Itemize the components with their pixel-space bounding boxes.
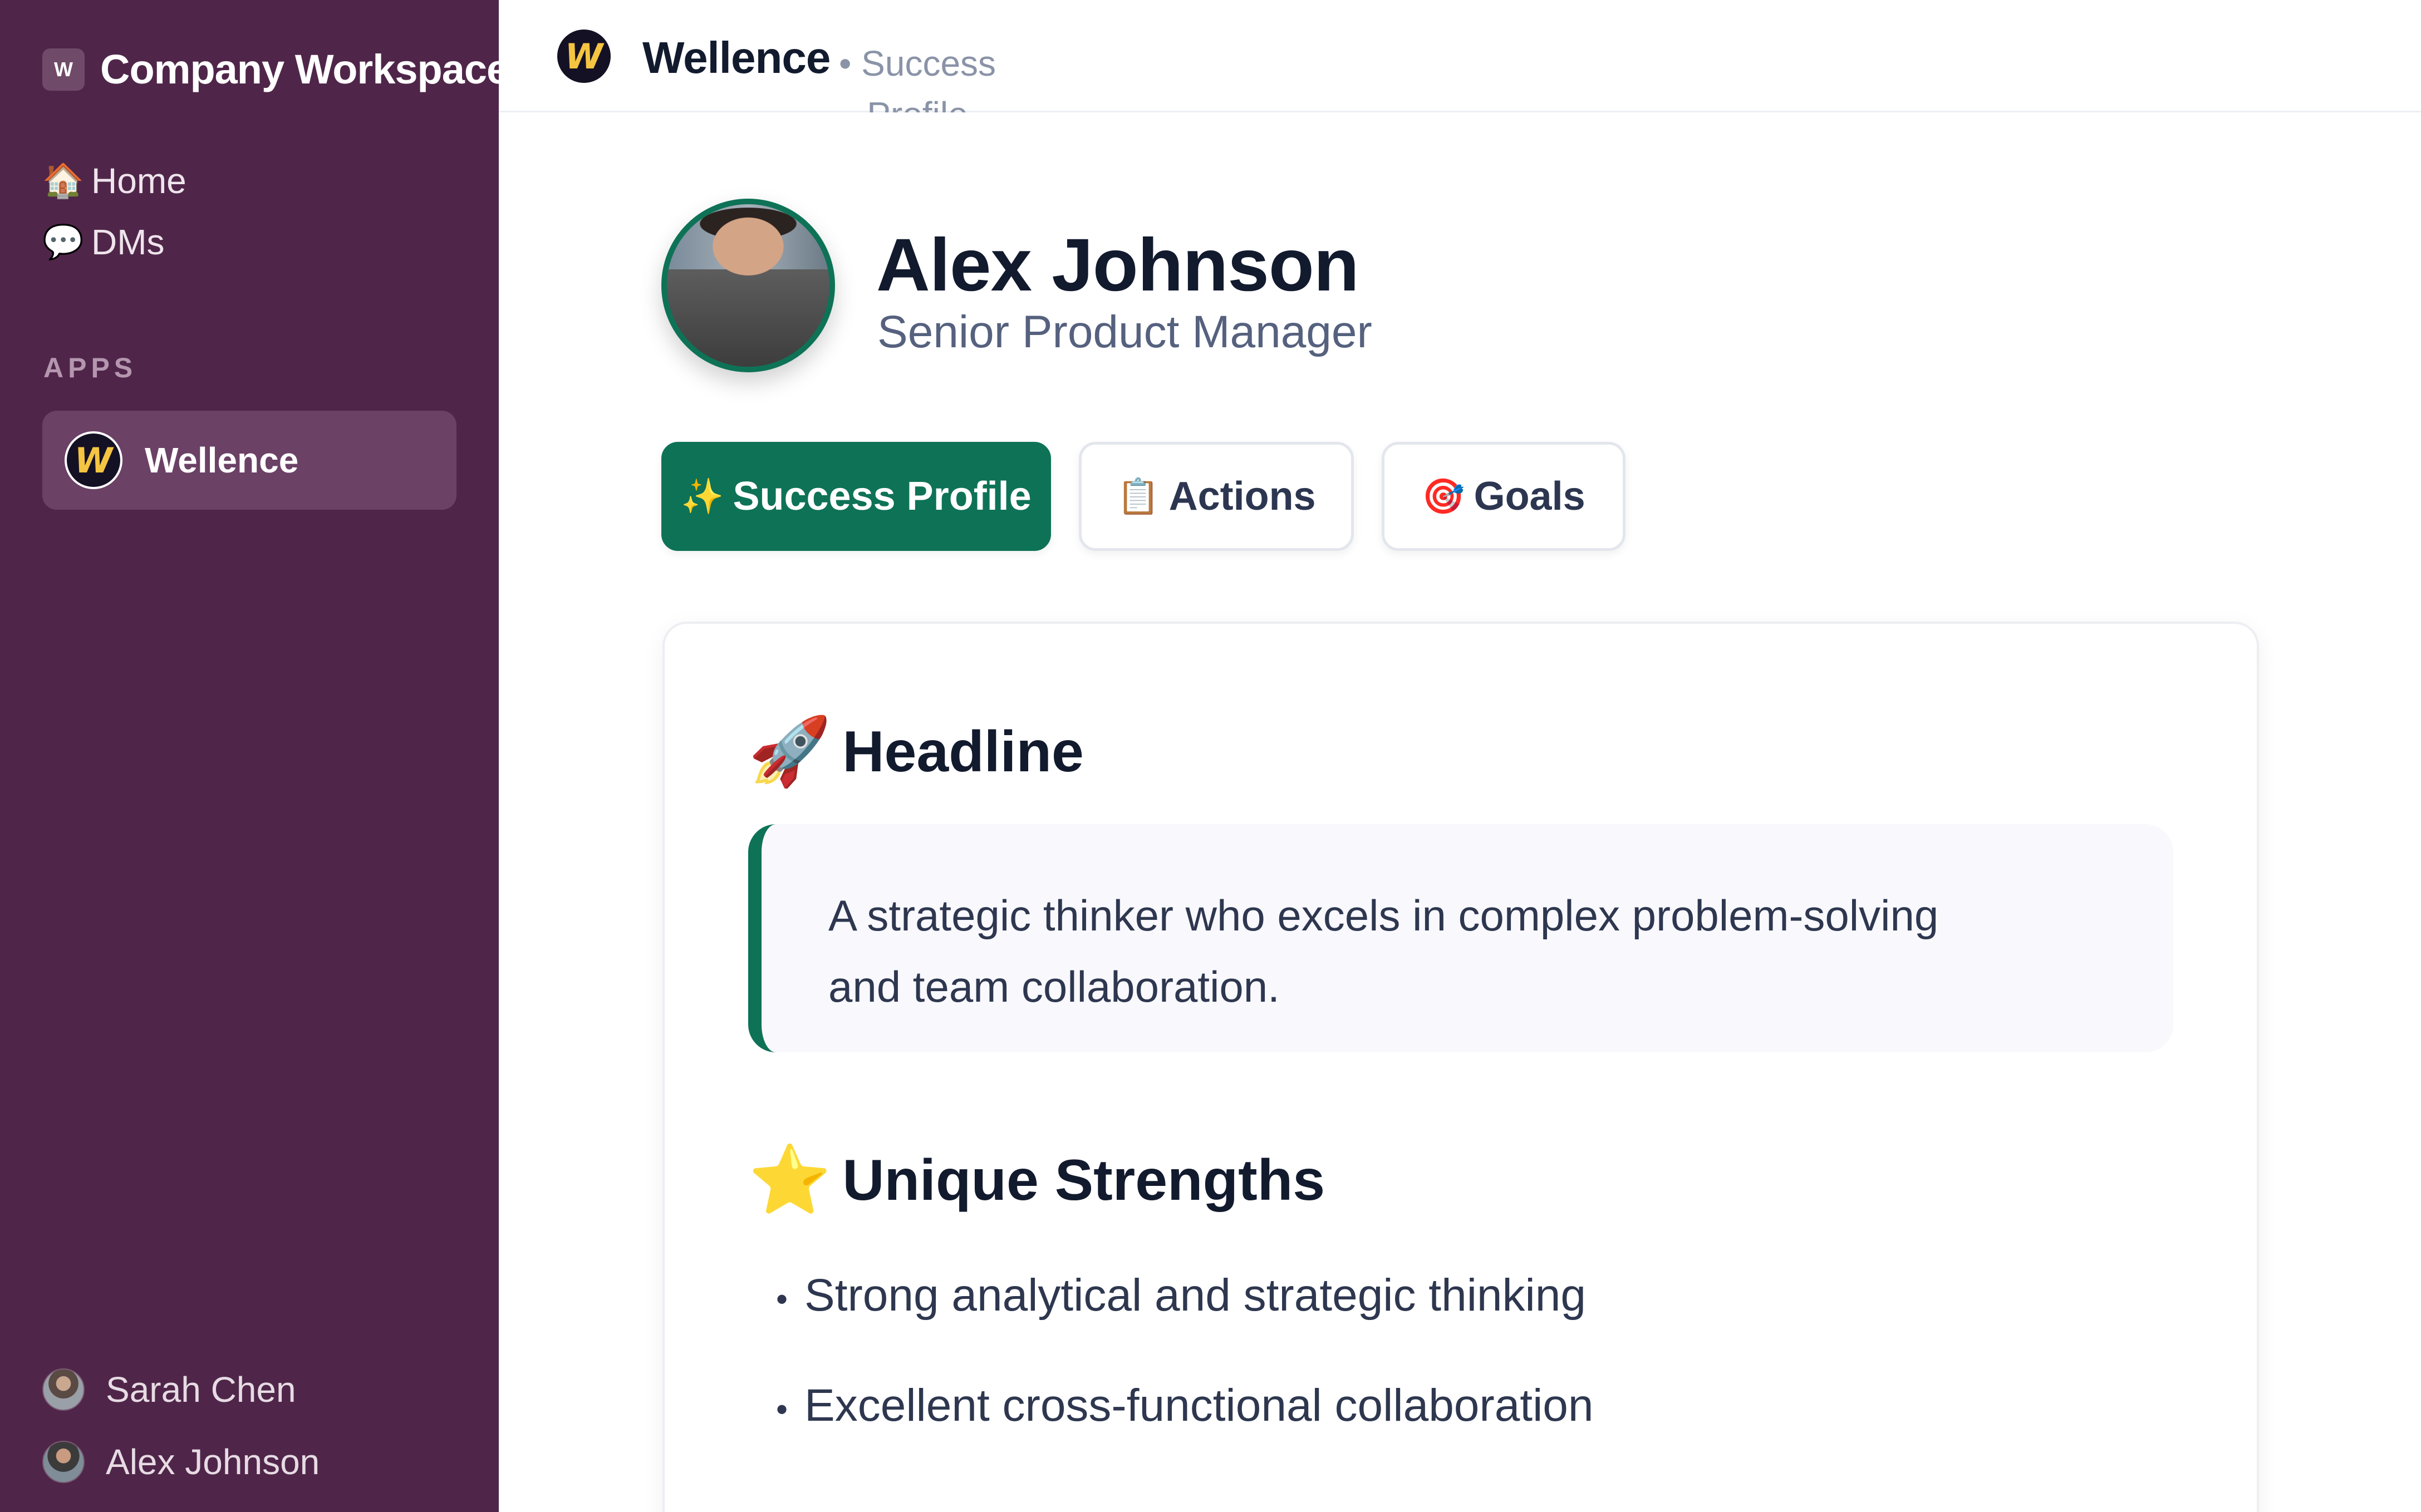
strengths-list: • Strong analytical and strategic thinki… — [776, 1269, 1594, 1490]
main-content: Alex Johnson Senior Product Manager ✨ Su… — [499, 112, 2421, 1512]
sidebar-item-label: Home — [91, 161, 186, 201]
speech-bubble-icon: 💬 — [42, 223, 84, 260]
profile-role: Senior Product Manager — [877, 307, 1372, 357]
tab-success-profile[interactable]: ✨ Success Profile — [661, 442, 1051, 551]
tab-label: Goals — [1474, 474, 1585, 519]
list-item: • Excellent cross-functional collaborati… — [776, 1380, 1594, 1490]
headline-heading: 🚀 Headline — [748, 713, 1084, 791]
sidebar-item-dms[interactable]: 💬 DMs — [42, 211, 186, 273]
sidebar-item-wellence[interactable]: W Wellence — [42, 411, 456, 510]
app-root: W Company Workspace 🏠 Home 💬 DMs APPS W … — [0, 0, 2421, 1512]
profile-card: 🚀 Headline A strategic thinker who excel… — [662, 622, 2259, 1512]
strengths-heading: ⭐ Unique Strengths — [748, 1141, 1325, 1219]
wellence-logo-icon: W — [65, 431, 122, 489]
user-name: Sarah Chen — [106, 1370, 296, 1410]
rocket-icon: 🚀 — [748, 714, 832, 789]
bullet-icon: • — [776, 1280, 788, 1318]
tab-label: Success Profile — [733, 474, 1032, 519]
profile-name: Alex Johnson — [876, 224, 1359, 307]
sparkles-icon: ✨ — [681, 477, 724, 516]
tab-label: Actions — [1168, 474, 1316, 519]
user-item-alex-johnson[interactable]: Alex Johnson — [42, 1426, 320, 1498]
avatar — [42, 1368, 85, 1411]
section-title: Unique Strengths — [842, 1147, 1325, 1213]
clipboard-icon: 📋 — [1117, 477, 1160, 516]
apps-section-label: APPS — [43, 352, 137, 383]
user-item-sarah-chen[interactable]: Sarah Chen — [42, 1353, 320, 1426]
target-icon: 🎯 — [1422, 477, 1465, 516]
star-icon: ⭐ — [748, 1142, 832, 1217]
app-title: Wellence — [642, 33, 831, 82]
user-list: Sarah Chen Alex Johnson — [42, 1353, 320, 1498]
strength-text: Excellent cross-functional collaboration — [804, 1380, 1594, 1431]
sidebar-nav: 🏠 Home 💬 DMs — [42, 150, 186, 273]
strength-text: Strong analytical and strategic thinking — [804, 1270, 1586, 1321]
sidebar: W Company Workspace 🏠 Home 💬 DMs APPS W … — [0, 0, 499, 1512]
tab-goals[interactable]: 🎯 Goals — [1382, 442, 1626, 551]
house-icon: 🏠 — [42, 162, 84, 199]
sidebar-item-label: Wellence — [145, 440, 299, 480]
sidebar-item-home[interactable]: 🏠 Home — [42, 150, 186, 211]
tab-bar: ✨ Success Profile 📋 Actions 🎯 Goals — [661, 442, 1653, 551]
workspace-name: Company Workspace — [100, 46, 499, 92]
list-item: • Strong analytical and strategic thinki… — [776, 1269, 1594, 1380]
sidebar-item-label: DMs — [91, 222, 165, 262]
wellence-logo-icon: W — [554, 27, 613, 86]
workspace-logo: W — [42, 48, 85, 91]
bullet-icon: • — [776, 1391, 788, 1428]
user-name: Alex Johnson — [106, 1442, 320, 1482]
app-header: W Wellence • Success Profile — [499, 0, 2421, 135]
tab-actions[interactable]: 📋 Actions — [1079, 442, 1354, 551]
section-title: Headline — [842, 719, 1084, 784]
headline-text: A strategic thinker who excels in comple… — [828, 891, 1939, 1011]
headline-quote: A strategic thinker who excels in comple… — [748, 824, 2173, 1052]
avatar — [42, 1441, 85, 1483]
profile-avatar — [661, 199, 835, 372]
workspace-header[interactable]: W Company Workspace — [42, 46, 499, 93]
